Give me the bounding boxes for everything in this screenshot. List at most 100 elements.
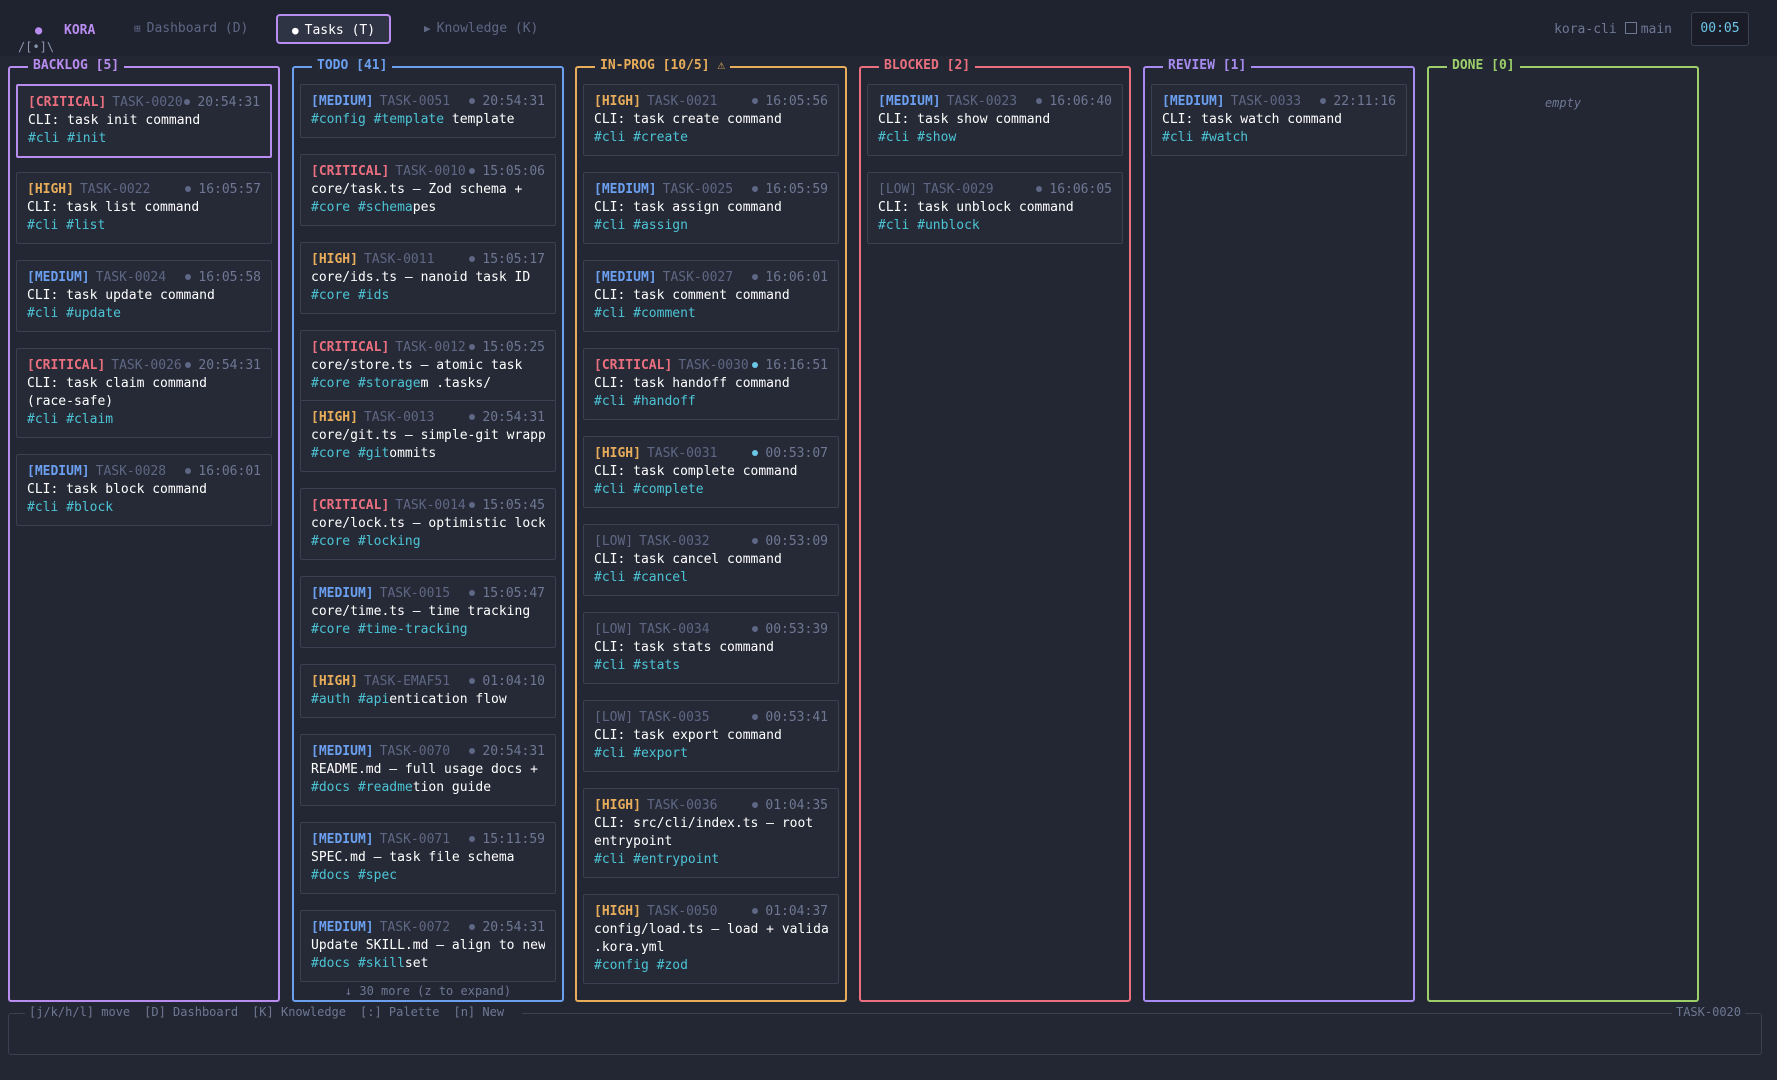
task-id: TASK-0011 (363, 252, 435, 267)
tab-tasks-label: Tasks (T) (304, 23, 376, 38)
task-id: TASK-0026 (111, 358, 182, 373)
clock-dot-icon (469, 590, 476, 596)
task-time: 16:16:51 (752, 357, 828, 375)
task-time: 16:06:01 (752, 269, 828, 287)
tab-knowledge[interactable]: ▶ Knowledge (K) (410, 14, 552, 44)
task-card[interactable]: [CRITICAL] TASK-0012 15:05:25 core/store.t… (300, 330, 556, 402)
priority-badge: [LOW] (594, 710, 634, 725)
priority-badge: [MEDIUM] (311, 920, 374, 935)
task-card[interactable]: [CRITICAL] TASK-0020 20:54:31 CLI: task in… (16, 84, 272, 158)
task-tags: #core #storage (311, 376, 421, 391)
task-time-value: 15:05:06 (482, 164, 545, 179)
task-card[interactable]: [MEDIUM] TASK-0033 22:11:16 CLI: task watc… (1151, 84, 1407, 156)
active-timer-icon (752, 450, 759, 456)
task-card[interactable]: [MEDIUM] TASK-0023 16:06:40 CLI: task show… (867, 84, 1123, 156)
task-card[interactable]: [MEDIUM] TASK-0024 16:05:58 CLI: task upda… (16, 260, 272, 332)
expand-more-hint[interactable]: ↓ 30 more (z to expand) (294, 984, 562, 998)
priority-badge: [CRITICAL] (311, 498, 390, 513)
task-card[interactable]: [CRITICAL] TASK-0014 15:05:45 core/lock.ts… (300, 488, 556, 560)
hint-palette[interactable]: [:] Palette (360, 1005, 439, 1019)
task-id: TASK-0072 (379, 920, 451, 935)
task-card[interactable]: [CRITICAL] TASK-0030 16:16:51 CLI: task ha… (583, 348, 839, 420)
task-title: core/ids.ts — nanoid task ID (311, 270, 531, 285)
priority-badge: [HIGH] (311, 674, 358, 689)
task-time: 16:06:01 (185, 463, 261, 481)
task-time: 22:11:16 (1320, 93, 1396, 111)
task-card[interactable]: [MEDIUM] TASK-0028 16:06:01 CLI: task bloc… (16, 454, 272, 526)
clock-dot-icon (752, 908, 759, 914)
task-card[interactable]: [HIGH] TASK-0011 15:05:17 core/ids.ts — na… (300, 242, 556, 314)
priority-badge: [LOW] (878, 182, 918, 197)
task-id: TASK-0033 (1230, 94, 1302, 109)
task-time-value: 16:05:56 (765, 94, 828, 109)
task-card[interactable]: [MEDIUM] TASK-0051 20:54:31 #config #templ… (300, 84, 556, 138)
task-id: TASK-0071 (379, 832, 451, 847)
task-card[interactable]: [CRITICAL] TASK-0026 20:54:31 CLI: task cl… (16, 348, 272, 438)
task-time-value: 00:53:41 (765, 710, 828, 725)
dot-icon: ● (292, 24, 299, 37)
task-card[interactable]: [LOW] TASK-0032 00:53:09 CLI: task cancel … (583, 524, 839, 596)
task-card[interactable]: [MEDIUM] TASK-0072 20:54:31 Update SKILL.m… (300, 910, 556, 982)
task-tags-row: #core #storagem .tasks/ (311, 375, 545, 393)
task-tags: #core #ids (311, 288, 390, 303)
task-id: TASK-0023 (946, 94, 1018, 109)
task-title: CLI: task watch command (1162, 112, 1343, 127)
priority-badge: [MEDIUM] (878, 94, 941, 109)
tab-dashboard[interactable]: ⊞ Dashboard (D) (120, 14, 262, 44)
task-time: 15:05:25 (469, 339, 545, 357)
priority-badge: [CRITICAL] (594, 358, 673, 373)
clock-dot-icon (469, 168, 476, 174)
clock-dot-icon (469, 678, 476, 684)
task-card[interactable]: [LOW] TASK-0029 16:06:05 CLI: task unblock… (867, 172, 1123, 244)
task-id: TASK-0030 (678, 358, 749, 373)
session-timer: 00:05 (1691, 12, 1749, 46)
task-tags: #core #locking (311, 534, 421, 549)
task-time: 01:04:10 (469, 673, 545, 691)
task-card[interactable]: [HIGH] TASK-0031 00:53:07 CLI: task comple… (583, 436, 839, 508)
task-card[interactable]: [LOW] TASK-0034 00:53:39 CLI: task stats c… (583, 612, 839, 684)
task-card[interactable]: [HIGH] TASK-EMAF51 01:04:10 #auth #apienti… (300, 664, 556, 718)
hint-new[interactable]: [n] New (453, 1005, 504, 1019)
hint-knowledge[interactable]: [K] Knowledge (252, 1005, 346, 1019)
task-card[interactable]: [HIGH] TASK-0022 16:05:57 CLI: task list c… (16, 172, 272, 244)
task-time: 15:05:17 (469, 251, 545, 269)
priority-badge: [MEDIUM] (27, 270, 90, 285)
task-id: TASK-0024 (95, 270, 167, 285)
task-time-value: 20:54:31 (482, 920, 545, 935)
hint-dashboard[interactable]: [D] Dashboard (144, 1005, 238, 1019)
top-bar: ● KORA /[•]\ ⊞ Dashboard (D) ● Tasks (T) ▶… (0, 0, 1777, 56)
task-card[interactable]: [HIGH] TASK-0050 01:04:37 config/load.ts —… (583, 894, 839, 984)
clock-dot-icon (185, 362, 192, 368)
task-title: CLI: task list command (27, 200, 200, 215)
hint-move[interactable]: [j/k/h/l] move (29, 1005, 130, 1019)
task-title: CLI: task comment command (594, 288, 790, 303)
task-card[interactable]: [MEDIUM] TASK-0015 15:05:47 core/time.ts —… (300, 576, 556, 648)
task-time: 16:06:05 (1036, 181, 1112, 199)
task-card[interactable]: [MEDIUM] TASK-0070 20:54:31 README.md — fu… (300, 734, 556, 806)
logo-dot-icon: ● (35, 23, 43, 37)
task-card[interactable]: [MEDIUM] TASK-0025 16:05:59 CLI: task assi… (583, 172, 839, 244)
priority-badge: [HIGH] (594, 904, 641, 919)
task-card[interactable]: [MEDIUM] TASK-0071 15:11:59 SPEC.md — task… (300, 822, 556, 894)
task-card[interactable]: [MEDIUM] TASK-0027 16:06:01 CLI: task comm… (583, 260, 839, 332)
priority-badge: [LOW] (594, 534, 634, 549)
clock-dot-icon (469, 414, 476, 420)
task-card[interactable]: [LOW] TASK-0035 00:53:41 CLI: task export … (583, 700, 839, 772)
task-title-continued: .kora.yml (594, 940, 665, 955)
task-title: CLI: task claim command (27, 376, 208, 391)
task-card[interactable]: [HIGH] TASK-0021 16:05:56 CLI: task create… (583, 84, 839, 156)
task-time-value: 00:53:09 (765, 534, 828, 549)
task-time-value: 20:54:31 (197, 95, 260, 110)
task-tags: #cli #entrypoint (594, 852, 720, 867)
clock-dot-icon (469, 502, 476, 508)
task-time: 00:53:09 (752, 533, 828, 551)
tab-tasks[interactable]: ● Tasks (T) (276, 14, 392, 44)
task-tags: #cli #cancel (594, 570, 688, 585)
task-id: TASK-EMAF51 (363, 674, 451, 689)
task-id: TASK-0035 (639, 710, 710, 725)
task-card[interactable]: [HIGH] TASK-0036 01:04:35 CLI: src/cli/ind… (583, 788, 839, 878)
app-name: KORA (64, 23, 96, 38)
task-card[interactable]: [CRITICAL] TASK-0010 15:05:06 core/task.ts… (300, 154, 556, 226)
task-card[interactable]: [HIGH] TASK-0013 20:54:31 core/git.ts — si… (300, 400, 556, 472)
clock-dot-icon (469, 836, 476, 842)
